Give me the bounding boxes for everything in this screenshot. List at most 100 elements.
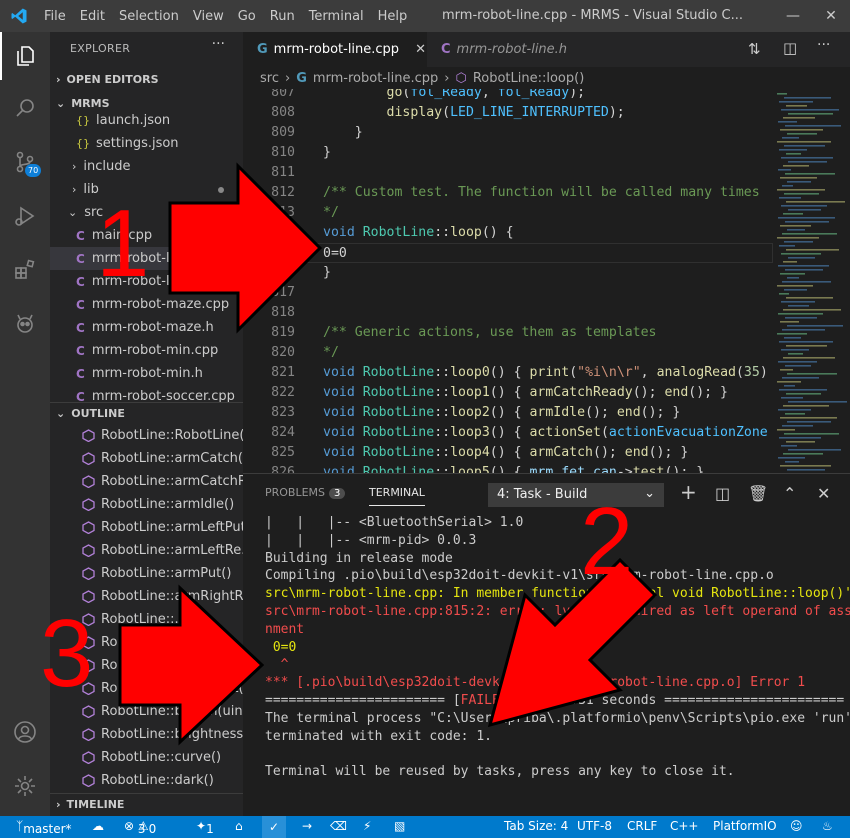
minimap-line [784,193,819,195]
tab-mrm-robot-line-h[interactable]: Cmrm-robot-line.h [427,32,597,67]
terminal-select[interactable]: 4: Task - Build ⌄ [488,483,664,507]
code-line[interactable]: */ [323,343,339,363]
minimap-line [785,221,829,223]
tab-size-indicator[interactable]: Tab Size: 4 [504,819,568,833]
outline-item[interactable]: RobotLine::armIdle() [50,493,243,516]
menu-selection[interactable]: Selection [119,9,179,24]
platformio-indicator[interactable]: PlatformIO [713,819,777,833]
outline-item[interactable]: RobotLine::armCatch() [50,447,243,470]
code-line[interactable]: } [323,123,363,143]
file-settings-json[interactable]: {} settings.json [50,132,243,155]
run-debug-icon[interactable] [0,192,50,240]
home-icon[interactable]: ⌂ [235,819,243,833]
code-line[interactable]: void RobotLine::loop3() { actionSet(acti… [323,423,768,443]
clean-trash-icon[interactable]: ⌫ [330,819,347,833]
menu-view[interactable]: View [193,9,224,24]
outline-item[interactable]: RobotLine::RobotLine(... [50,424,243,447]
code-line[interactable]: void RobotLine::loop0() { print("%i\n\r"… [323,363,768,383]
menu-edit[interactable]: Edit [80,9,105,24]
build-check-icon[interactable]: ✓ [262,816,287,838]
language-indicator[interactable]: C++ [670,819,699,833]
status-bar: ᛉ master* ☁ ⊗ 3 ⚠ 0 ✦ 1 ⌂ ✓ → ⌫ ⚡ ▧ Tab … [0,816,850,838]
source-control-icon[interactable]: 70 [0,138,50,186]
minimize-icon[interactable]: — [774,0,812,32]
file-launch-json[interactable]: {} launch.json [50,109,243,132]
minimap-line [788,257,815,259]
serial-plug-icon[interactable]: ⚡ [363,819,371,833]
minimap-line [786,249,839,251]
timeline-section[interactable]: › TIMELINE [50,793,243,815]
code-line[interactable]: void RobotLine::loop() { [323,223,514,243]
new-terminal-plus-icon[interactable]: + [680,480,697,504]
outline-item[interactable]: RobotLine::armCatchR... [50,470,243,493]
chevron-down-icon: ⌄ [56,407,66,420]
extensions-icon[interactable] [0,246,50,294]
minimap-line [783,165,809,167]
chevron-right-icon: › [72,160,77,173]
minimap-line [782,185,793,187]
upload-arrow-icon[interactable]: → [302,819,312,833]
code-line[interactable]: void RobotLine::loop4() { armCatch(); en… [323,443,688,463]
open-changes-icon[interactable]: ⇅ [748,40,761,58]
open-editors-section[interactable]: › OPEN EDITORS [50,68,243,90]
code-line[interactable]: void RobotLine::loop5() { mrm_fet_can->t… [323,463,704,473]
more-actions-icon[interactable]: ··· [212,36,225,52]
explorer-icon[interactable] [0,32,50,80]
split-editor-icon[interactable]: ◫ [783,39,797,57]
code-line[interactable]: display(LED_LINE_INTERRUPTED); [323,103,625,123]
code-line[interactable]: go(fol_Ready, fol_Ready); [323,89,586,103]
minimap-line [778,409,811,411]
line-number: 823 [271,405,295,420]
close-icon[interactable]: ✕ [812,0,850,32]
minimap-line [779,437,821,439]
outline-item[interactable]: RobotLine::armLeftRe... [50,539,243,562]
breadcrumb-symbol[interactable]: RobotLine::loop() [473,71,584,86]
file-mrm-robot-min-h[interactable]: Cmrm-robot-min.h [50,362,243,385]
minimap[interactable] [773,89,850,473]
menu-file[interactable]: File [44,9,66,24]
branch-indicator[interactable]: ᛉ master* [16,819,72,836]
close-panel-icon[interactable]: ✕ [817,484,830,503]
file-mrm-robot-min-cpp[interactable]: Cmrm-robot-min.cpp [50,339,243,362]
close-tab-icon[interactable]: ✕ [415,42,426,57]
trash-icon[interactable]: 🗑 [748,484,768,503]
split-terminal-icon[interactable]: ◫ [715,484,730,503]
chevron-up-icon[interactable]: ⌃ [783,484,796,503]
tab-mrm-robot-line-cpp[interactable]: Gmrm-robot-line.cpp ✕ [243,32,427,67]
minimap-line [777,237,819,239]
platformio-icon[interactable] [0,300,50,348]
tab-problems[interactable]: PROBLEMS 3 [265,486,346,499]
eol-indicator[interactable]: CRLF [627,819,657,833]
code-line[interactable]: /** Generic actions, use them as templat… [323,323,656,343]
more-actions-icon[interactable]: ··· [817,37,830,53]
tasks-indicator[interactable]: ✦ 1 [196,819,214,836]
menu-help[interactable]: Help [378,9,408,24]
menu-terminal[interactable]: Terminal [309,9,364,24]
outline-item[interactable]: RobotLine::dark() [50,769,243,792]
code-line[interactable]: /** Custom test. The function will be ca… [323,183,760,203]
outline-section[interactable]: ⌄ OUTLINE [50,402,243,424]
settings-gear-icon[interactable] [0,762,50,810]
minimap-line [787,133,817,135]
bell-icon[interactable]: ♨ [822,819,833,833]
breadcrumb-src[interactable]: src [260,71,279,86]
breadcrumb-file[interactable]: mrm-robot-line.cpp [313,71,438,86]
encoding-indicator[interactable]: UTF-8 [577,819,612,833]
minimap-line [780,465,831,467]
terminal-icon[interactable]: ▧ [394,819,405,833]
feedback-icon[interactable]: ☺ [790,819,803,833]
account-icon[interactable] [0,708,50,756]
tab-terminal[interactable]: TERMINAL [369,486,425,506]
search-icon[interactable] [0,84,50,132]
menu-go[interactable]: Go [238,9,256,24]
code-line[interactable]: void RobotLine::loop2() { armIdle(); end… [323,403,680,423]
problems-indicator[interactable]: ⊗ 3 ⚠ 0 [124,819,156,836]
sync-icon[interactable]: ☁ [92,819,104,833]
code-line[interactable]: void RobotLine::loop1() { armCatchReady(… [323,383,728,403]
terminal-line: terminated with exit code: 1. [265,728,492,744]
minimap-line [782,329,825,331]
outline-item[interactable]: RobotLine::armLeftPut() [50,516,243,539]
annotation-number-1: 1 [96,190,150,297]
menu-run[interactable]: Run [270,9,295,24]
minimap-line [780,177,817,179]
